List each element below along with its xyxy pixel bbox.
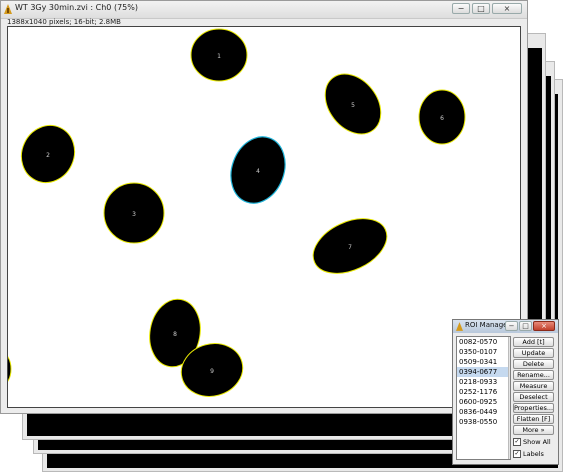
minimize-button[interactable]: − (452, 3, 470, 14)
cell-label-7: 7 (348, 244, 352, 251)
edge-cell-fragment (8, 356, 12, 382)
close-button[interactable]: × (492, 3, 522, 14)
flatten-button[interactable]: Flatten [F] (513, 414, 554, 424)
cell-4[interactable]: 4 (222, 129, 294, 211)
properties-button[interactable]: Properties... (513, 403, 554, 413)
add-button[interactable]: Add [t] (513, 337, 554, 347)
cell-label-9: 9 (210, 368, 214, 375)
cell-label-4: 4 (256, 168, 260, 175)
roi-manager-title: ROI Manager (465, 321, 511, 329)
roi-list[interactable]: 0082-0570 0350-0107 0509-0341 0394-0677 … (456, 336, 511, 460)
roi-list-item[interactable]: 0938-0550 (457, 417, 510, 427)
labels-checkbox[interactable]: ✓ Labels (513, 449, 544, 459)
deselect-button[interactable]: Deselect (513, 392, 554, 402)
imagej-icon (456, 322, 463, 331)
roi-list-item-selected[interactable]: 0394-0677 (457, 367, 510, 377)
cell-label-5: 5 (351, 102, 355, 109)
imagej-icon (4, 4, 12, 14)
cell-6[interactable]: 6 (418, 89, 466, 145)
cell-2[interactable]: 2 (12, 117, 84, 192)
image-window-titlebar[interactable]: WT 3Gy 30min.zvi : Ch0 (75%) − □ × (1, 1, 527, 19)
cell-overlay: 1 2 3 4 5 6 7 8 9 (8, 28, 466, 397)
roi-list-item[interactable]: 0252-1176 (457, 387, 510, 397)
labels-label: Labels (523, 450, 544, 458)
cell-label-8: 8 (173, 331, 177, 338)
show-all-checkbox[interactable]: ✓ Show All (513, 437, 551, 447)
image-window[interactable]: WT 3Gy 30min.zvi : Ch0 (75%) − □ × 1388x… (0, 0, 528, 414)
cell-label-3: 3 (132, 211, 136, 218)
more-button[interactable]: More » (513, 425, 554, 435)
delete-button[interactable]: Delete (513, 359, 554, 369)
cell-label-6: 6 (440, 115, 444, 122)
update-button[interactable]: Update (513, 348, 554, 358)
roi-close-button[interactable]: × (533, 321, 555, 331)
roi-list-scrollbar[interactable] (508, 337, 510, 459)
roi-list-item[interactable]: 0600-0925 (457, 397, 510, 407)
show-all-check-icon[interactable]: ✓ (513, 438, 521, 446)
show-all-label: Show All (523, 438, 551, 446)
image-info: 1388x1040 pixels; 16-bit; 2.8MB (7, 18, 121, 26)
window-title: WT 3Gy 30min.zvi : Ch0 (75%) (15, 3, 138, 12)
maximize-button[interactable]: □ (472, 3, 490, 14)
rename-button[interactable]: Rename... (513, 370, 554, 380)
image-canvas[interactable]: 1 2 3 4 5 6 7 8 9 (7, 26, 521, 408)
cell-1[interactable]: 1 (190, 28, 248, 82)
labels-check-icon[interactable]: ✓ (513, 450, 521, 458)
roi-list-item[interactable]: 0509-0341 (457, 357, 510, 367)
measure-button[interactable]: Measure (513, 381, 554, 391)
roi-maximize-button[interactable]: □ (519, 321, 532, 331)
roi-list-item[interactable]: 0350-0107 (457, 347, 510, 357)
roi-list-item[interactable]: 0836-0449 (457, 407, 510, 417)
roi-minimize-button[interactable]: − (505, 321, 518, 331)
roi-list-item[interactable]: 0082-0570 (457, 337, 510, 347)
cell-7[interactable]: 7 (305, 208, 396, 284)
roi-list-item[interactable]: 0218-0933 (457, 377, 510, 387)
roi-manager-titlebar[interactable]: ROI Manager − □ × (453, 320, 558, 333)
cell-3[interactable]: 3 (103, 182, 165, 244)
cell-label-1: 1 (217, 53, 221, 60)
roi-manager-window[interactable]: ROI Manager − □ × 0082-0570 0350-0107 05… (452, 319, 559, 465)
cell-5[interactable]: 5 (314, 63, 392, 145)
cell-label-2: 2 (46, 152, 50, 159)
